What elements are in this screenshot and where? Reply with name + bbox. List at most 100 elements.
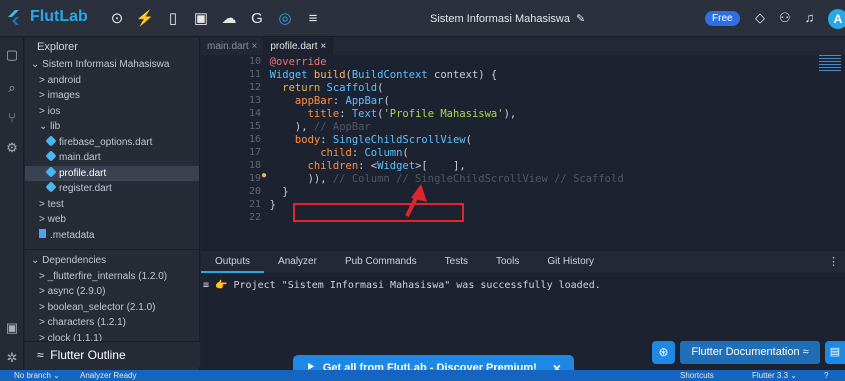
chevron-icon: > bbox=[39, 214, 48, 225]
flutter-outline-header[interactable]: ≈ Flutter Outline bbox=[25, 341, 200, 367]
tab-analyzer[interactable]: Analyzer bbox=[264, 251, 331, 273]
dependency-item[interactable]: > characters (1.2.1) bbox=[25, 315, 200, 331]
bug-icon[interactable]: ✲ bbox=[4, 350, 20, 366]
code-line[interactable]: )), // Column // SingleChildScrollView /… bbox=[257, 173, 624, 186]
hot-reload-icon[interactable]: ⚡ bbox=[136, 9, 155, 27]
tab-main-dart[interactable]: main.dart × bbox=[201, 38, 265, 55]
code-line[interactable]: appBar: AppBar( bbox=[257, 95, 390, 108]
tree-item-label: register.dart bbox=[59, 183, 112, 194]
flutter-logo-icon bbox=[8, 10, 19, 25]
file-icon bbox=[39, 228, 46, 238]
dart-file-icon bbox=[45, 165, 57, 178]
avatar[interactable]: A bbox=[828, 9, 845, 29]
code-line[interactable]: } bbox=[257, 199, 276, 212]
save-icon[interactable]: ▣ bbox=[192, 9, 210, 27]
files-icon[interactable]: ▢ bbox=[4, 47, 20, 63]
code-line[interactable]: return Scaffold( bbox=[257, 82, 383, 95]
run-icon[interactable]: ⊙ bbox=[108, 9, 126, 27]
dependency-label: characters (1.2.1) bbox=[47, 317, 126, 328]
chevron-icon: ⌄ bbox=[31, 59, 43, 70]
code-token: Widget bbox=[257, 69, 314, 81]
ai-assistant-button[interactable]: ⊛ bbox=[652, 341, 675, 364]
code-line[interactable]: title: Text('Profile Mahasiswa'), bbox=[257, 108, 517, 121]
tree-item[interactable]: main.dart bbox=[25, 150, 199, 166]
code-editor[interactable]: main.dart × profile.dart × 10 11 12 13 14 15 16… bbox=[201, 38, 845, 250]
branch-status[interactable]: No branch ⌄ bbox=[14, 370, 60, 381]
code-token: title bbox=[257, 108, 340, 120]
add-user-icon[interactable]: ⚇ bbox=[779, 10, 791, 26]
tab-tests[interactable]: Tests bbox=[431, 251, 482, 273]
code-token: 'Profile Mahasiswa' bbox=[383, 108, 504, 120]
brand[interactable]: FlutLab bbox=[6, 8, 88, 26]
tree-item[interactable]: register.dart bbox=[25, 181, 199, 197]
settings-circle-icon[interactable]: ◎ bbox=[276, 9, 294, 27]
tab-outputs[interactable]: Outputs bbox=[201, 251, 265, 273]
code-line[interactable]: @override bbox=[257, 56, 327, 69]
tree-item[interactable]: > ios bbox=[25, 104, 199, 120]
tree-item[interactable]: > images bbox=[25, 88, 199, 104]
code-line[interactable]: Widget build(BuildContext context) { bbox=[257, 69, 498, 82]
tab-profile-dart[interactable]: profile.dart × bbox=[264, 38, 334, 55]
dependencies-section: ⌄ Dependencies > _flutterfire_internals … bbox=[25, 249, 200, 346]
chevron-icon: > bbox=[39, 74, 48, 86]
tree-item[interactable]: ⌄ lib bbox=[25, 119, 199, 135]
code-token: AppBar bbox=[345, 95, 384, 107]
code-token: : bbox=[332, 95, 346, 107]
tab-git-history[interactable]: Git History bbox=[533, 251, 608, 273]
project-title[interactable]: Sistem Informasi Mahasiswa ✎ bbox=[430, 12, 585, 26]
dependency-item[interactable]: > _flutterfire_internals (1.2.0) bbox=[25, 269, 200, 285]
diamond-icon[interactable]: ◇ bbox=[755, 10, 765, 26]
flutter-documentation-button[interactable]: Flutter Documentation ≈ bbox=[680, 341, 820, 364]
tree-item[interactable]: ⌄ Sistem Informasi Mahasiswa bbox=[25, 57, 199, 73]
tree-item[interactable]: .metadata bbox=[25, 228, 199, 244]
code-line[interactable]: child: Column( bbox=[257, 147, 409, 160]
device-icon[interactable]: ▯ bbox=[164, 9, 182, 27]
source-control-icon[interactable]: ⑂ bbox=[4, 110, 20, 126]
chevron-icon: > bbox=[39, 286, 48, 297]
code-token: Column bbox=[364, 147, 403, 159]
more-options-icon[interactable]: ⋮ bbox=[828, 255, 839, 268]
code-token: child bbox=[257, 147, 352, 159]
dependency-item[interactable]: > boolean_selector (2.1.0) bbox=[25, 300, 200, 316]
chevron-icon: > bbox=[39, 301, 48, 313]
tree-item[interactable]: > web bbox=[25, 212, 199, 228]
code-token: SingleChildScrollView bbox=[332, 134, 466, 146]
code-line[interactable]: body: SingleChildScrollView( bbox=[257, 134, 472, 147]
edit-pencil-icon[interactable]: ✎ bbox=[576, 12, 585, 25]
tree-item[interactable]: firebase_options.dart bbox=[25, 134, 199, 151]
free-badge[interactable]: Free bbox=[705, 11, 740, 26]
menu-icon[interactable]: ≡ bbox=[304, 9, 322, 27]
gear-icon[interactable]: ⚙ bbox=[4, 140, 20, 156]
code-token: @override bbox=[257, 56, 327, 68]
tree-item[interactable]: > test bbox=[25, 197, 199, 213]
tree-item-label: main.dart bbox=[59, 152, 101, 163]
package-icon[interactable]: ▣ bbox=[4, 320, 20, 336]
code-token: ( bbox=[402, 147, 409, 159]
code-token: } bbox=[257, 199, 276, 211]
code-token: : < bbox=[358, 160, 378, 172]
code-line[interactable]: children: <Widget>[ ], bbox=[257, 160, 466, 173]
highlight-box bbox=[293, 203, 464, 222]
help-icon[interactable]: ? bbox=[824, 370, 828, 381]
minimap[interactable] bbox=[819, 55, 841, 73]
chevron-icon: > bbox=[39, 270, 48, 282]
tree-item[interactable]: > android bbox=[25, 73, 199, 89]
dependency-label: boolean_selector (2.1.0) bbox=[47, 301, 156, 313]
code-token: : bbox=[351, 147, 365, 159]
tab-tools[interactable]: Tools bbox=[482, 251, 533, 273]
shortcuts-link[interactable]: Shortcuts bbox=[680, 370, 714, 381]
dependencies-header[interactable]: ⌄ Dependencies bbox=[25, 253, 200, 269]
code-line[interactable]: ), // AppBar bbox=[257, 121, 371, 134]
bell-icon[interactable]: ♫ bbox=[805, 10, 815, 26]
tree-item[interactable]: profile.dart bbox=[25, 165, 199, 181]
chat-button[interactable]: ▤ bbox=[825, 341, 845, 364]
code-token: ), bbox=[503, 108, 517, 120]
search-icon[interactable]: ⌕ bbox=[4, 80, 20, 96]
dependency-item[interactable]: > async (2.9.0) bbox=[25, 284, 200, 300]
flutter-version[interactable]: Flutter 3.3 ⌄ bbox=[752, 370, 797, 381]
code-line[interactable]: } bbox=[257, 186, 288, 199]
tab-pub-commands[interactable]: Pub Commands bbox=[331, 251, 431, 273]
code-token: // AppBar bbox=[313, 121, 371, 133]
cloud-icon[interactable]: ☁ bbox=[220, 9, 238, 27]
git-icon[interactable]: G bbox=[248, 9, 266, 27]
